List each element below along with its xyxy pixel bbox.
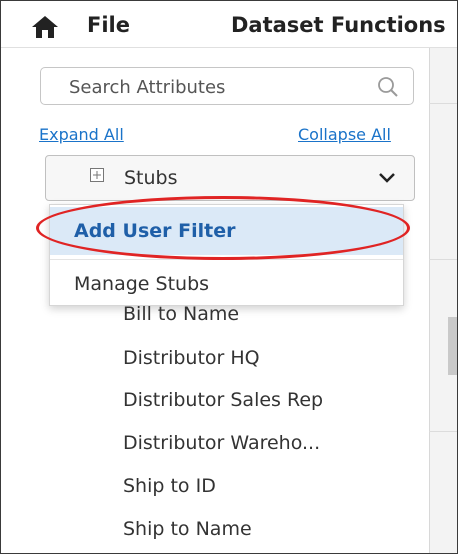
window-frame: File Dataset Functions Expand All Collap… [0,0,458,554]
manage-stubs-item[interactable]: Manage Stubs [50,259,403,307]
home-icon[interactable] [31,15,59,39]
stubs-menu: Add User Filter Manage Stubs [49,204,404,306]
stubs-label: Stubs [124,167,178,189]
list-item[interactable]: Ship to ID [123,475,216,497]
search-icon[interactable] [377,76,399,98]
list-item[interactable]: Ship to Name [123,518,252,540]
search-input[interactable] [67,74,371,100]
divider [429,259,457,260]
dataset-functions-menu[interactable]: Dataset Functions [231,13,446,37]
search-box[interactable] [40,67,414,105]
expand-box-icon [90,168,104,182]
collapse-all-link[interactable]: Collapse All [298,125,391,144]
chevron-down-icon [379,173,395,183]
add-user-filter-item[interactable]: Add User Filter [50,207,403,255]
list-item[interactable]: Bill to Name [123,303,239,325]
file-menu[interactable]: File [87,13,130,37]
right-panel-edge [429,48,457,553]
expand-all-link[interactable]: Expand All [39,125,124,144]
stubs-dropdown[interactable]: Stubs [45,155,415,201]
list-item[interactable]: Distributor Wareho... [123,432,320,454]
menu-bar: File Dataset Functions [1,1,457,48]
divider [429,103,457,104]
divider [429,431,457,432]
scrollbar-thumb[interactable] [448,317,457,375]
list-item[interactable]: Distributor HQ [123,347,260,369]
list-item[interactable]: Distributor Sales Rep [123,389,323,411]
